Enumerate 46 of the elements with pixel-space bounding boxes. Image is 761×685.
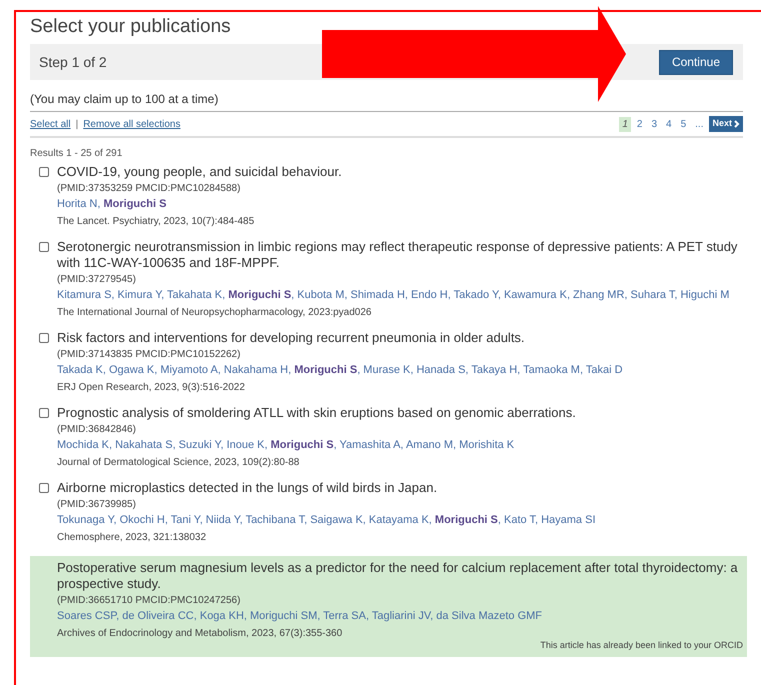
- publication-source: The Lancet. Psychiatry, 2023, 10(7):484-485: [57, 215, 256, 228]
- checkbox[interactable]: [38, 408, 48, 418]
- page-link[interactable]: 1: [619, 116, 631, 132]
- publication-title: Postoperative serum magnesium levels as a predictor for the need for calcium replacement after total thyroidectomy: a prospective study.: [57, 560, 739, 592]
- page-link[interactable]: 4: [663, 116, 675, 132]
- claim-limit-note: (You may claim up to 100 at a time): [30, 90, 743, 112]
- publication-title: Risk factors and interventions for developing recurrent pneumonia in older adults.: [57, 330, 526, 346]
- author-list: Horita N, Moriguchi S: [57, 196, 739, 212]
- publication-title: Airborne microplastics detected in the lungs of wild birds in Japan.: [57, 480, 438, 496]
- separator: |: [74, 118, 80, 132]
- page-link[interactable]: 3: [648, 116, 660, 132]
- checkbox[interactable]: [38, 167, 48, 177]
- publication-ids: (PMID:36739985): [57, 498, 137, 511]
- publication-ids: (PMID:37143835 PMCID:PMC10152262): [57, 348, 242, 361]
- publication-title: Prognostic analysis of smoldering ATLL with skin eruptions based on genomic aberrations.: [57, 405, 577, 421]
- next-button[interactable]: Next: [709, 116, 743, 132]
- publication-ids: (PMID:37279545): [57, 273, 137, 286]
- step-label: Step 1 of 2: [39, 52, 107, 72]
- publication-title: COVID-19, young people, and suicidal behaviour.: [57, 164, 343, 180]
- publication-ids: (PMID:37353259 PMCID:PMC10284588): [57, 182, 242, 195]
- author-list: Takada K, Ogawa K, Miyamoto A, Nakahama H, Moriguchi S, Murase K, Hanada S, Takaya H, Tamaoka M, Takai D: [57, 362, 739, 378]
- author-list: Mochida K, Nakahata S, Suzuki Y, Inoue K, Moriguchi S, Yamashita A, Amano M, Morishita K: [57, 437, 739, 453]
- publication-source: The International Journal of Neuropsychopharmacology, 2023:pyad026: [57, 306, 372, 319]
- author-list: Soares CSP, de Oliveira CC, Koga KH, Moriguchi SM, Terra SA, Tagliarini JV, da Silva Mazeto GMF: [57, 608, 743, 624]
- continue-button[interactable]: Continue: [658, 50, 733, 74]
- page-title: Select your publications: [30, 15, 232, 39]
- publication-source: Archives of Endocrinology and Metabolism, 2023, 67(3):355-360: [57, 627, 344, 640]
- pagination-ellipsis: ...: [694, 118, 704, 132]
- linked-note: This article has already been linked to your ORCID: [539, 640, 743, 651]
- page-link[interactable]: 5: [678, 116, 690, 132]
- publication-title: Serotonergic neurotransmission in limbic regions may reflect therapeutic response of depressive patients: A PET study with 11C-WAY-100635 and 18F-MPPF.: [57, 239, 738, 271]
- publication-source: Journal of Dermatological Science, 2023, 109(2):80-88: [57, 456, 300, 469]
- checkbox[interactable]: [38, 483, 48, 493]
- publication-ids: (PMID:36651710 PMCID:PMC10247256): [57, 594, 242, 607]
- chevron-right-icon: [734, 120, 740, 128]
- checkbox[interactable]: [38, 333, 48, 343]
- publication-ids: (PMID:36842846): [57, 423, 137, 436]
- author-list: Tokunaga Y, Okochi H, Tani Y, Niida Y, Tachibana T, Saigawa K, Katayama K, Moriguchi S, Kato T, Hayama SI: [57, 512, 739, 528]
- action-link[interactable]: Remove all selections: [83, 116, 180, 132]
- page-link[interactable]: 2: [634, 116, 646, 132]
- publication-source: ERJ Open Research, 2023, 9(3):516-2022: [57, 381, 246, 394]
- author-list: Kitamura S, Kimura Y, Takahata K, Moriguchi S, Kubota M, Shimada H, Endo H, Takado Y, Kawamura K, Zhang MR, Suhara T, Higuchi M: [57, 287, 739, 303]
- results-count: Results 1 - 25 of 291: [30, 147, 124, 161]
- action-link[interactable]: Select all: [30, 116, 71, 132]
- checkbox[interactable]: [38, 242, 48, 252]
- publication-source: Chemosphere, 2023, 321:138032: [57, 531, 208, 544]
